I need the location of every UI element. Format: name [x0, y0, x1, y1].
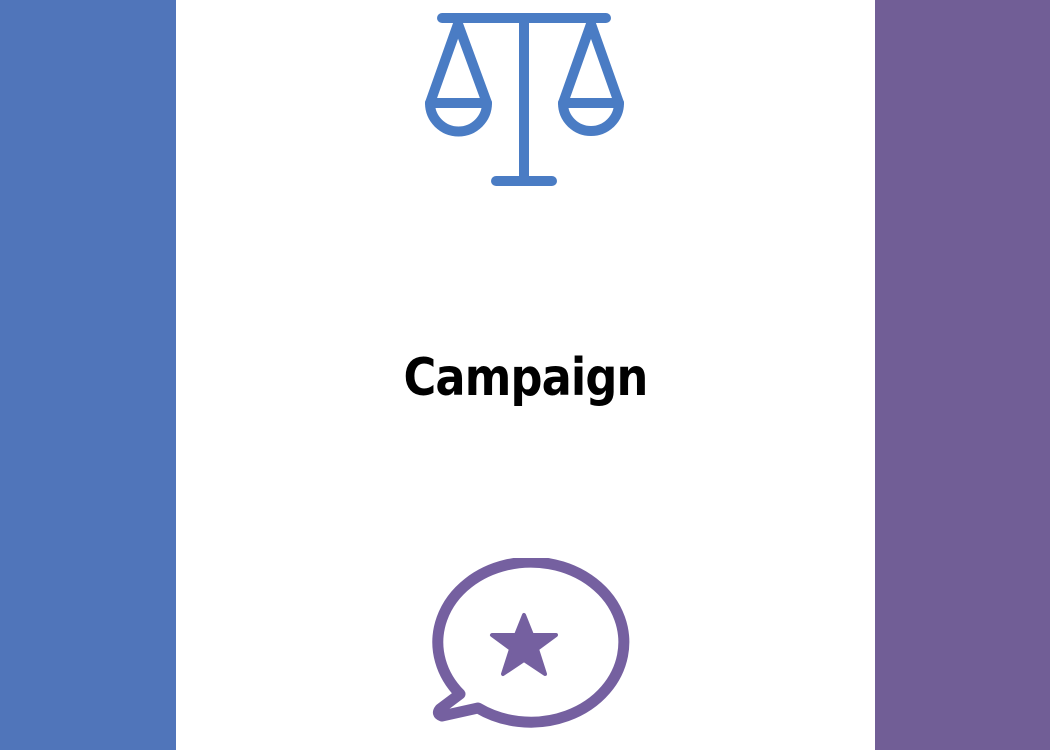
left-color-band	[0, 0, 176, 750]
right-color-band	[875, 0, 1050, 750]
chat-bubble-star-icon	[432, 558, 630, 728]
page-title: Campaign	[403, 348, 648, 408]
page: Campaign	[0, 0, 1050, 750]
balance-scale-icon	[425, 13, 624, 186]
